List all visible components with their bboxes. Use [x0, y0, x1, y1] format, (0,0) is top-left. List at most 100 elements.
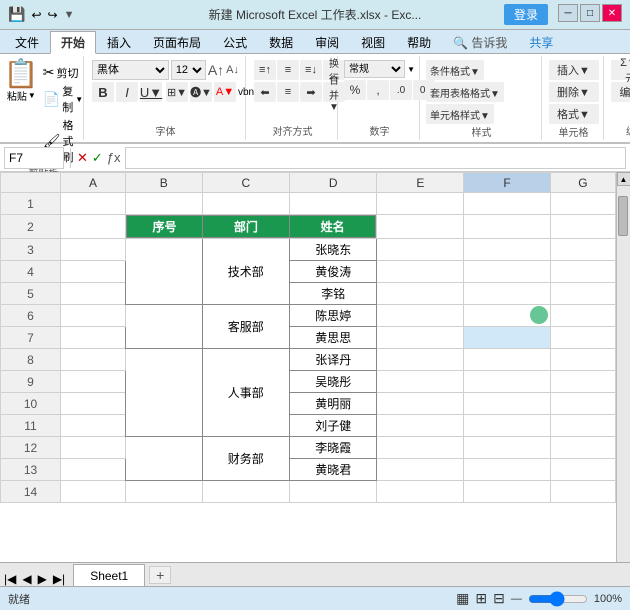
- number-format-dropdown[interactable]: ▼: [407, 65, 415, 74]
- tab-view[interactable]: 视图: [350, 31, 396, 53]
- col-header-g[interactable]: G: [550, 173, 615, 193]
- sheet-scroll-prev[interactable]: ◀: [22, 572, 31, 586]
- number-format-select[interactable]: 常规: [344, 60, 405, 78]
- tab-insert[interactable]: 插入: [96, 31, 142, 53]
- cell-b-caiwu[interactable]: [126, 437, 203, 481]
- cell-f13[interactable]: [464, 459, 551, 481]
- format-cells-button[interactable]: 格式▼: [549, 104, 599, 124]
- align-top-center-button[interactable]: ≡: [277, 60, 299, 80]
- increase-decimal-button[interactable]: .0: [390, 80, 412, 100]
- cell-a5[interactable]: [61, 283, 126, 305]
- cell-e11[interactable]: [377, 415, 464, 437]
- cell-d9[interactable]: 吴晓彤: [290, 371, 377, 393]
- cell-d13[interactable]: 黄晓君: [290, 459, 377, 481]
- cell-d5[interactable]: 李铭: [290, 283, 377, 305]
- close-button[interactable]: ✕: [602, 4, 622, 22]
- save-icon[interactable]: 💾: [8, 6, 25, 23]
- cell-b-jishubu[interactable]: [126, 239, 203, 305]
- header-bumen[interactable]: 部门: [202, 216, 289, 238]
- cell-a1[interactable]: [61, 193, 126, 215]
- header-xuhao[interactable]: 序号: [127, 216, 203, 238]
- col-header-e[interactable]: E: [377, 173, 464, 193]
- col-header-d[interactable]: D: [290, 173, 377, 193]
- autosum-button[interactable]: Σ▼ 单元格: [611, 60, 630, 80]
- cell-f2[interactable]: [464, 215, 551, 239]
- col-header-c[interactable]: C: [202, 173, 289, 193]
- delete-cells-button[interactable]: 删除▼: [549, 82, 599, 102]
- cell-a2[interactable]: [61, 215, 126, 239]
- col-header-f[interactable]: F: [464, 173, 551, 193]
- cell-e12[interactable]: [377, 437, 464, 459]
- cell-f8[interactable]: [464, 349, 551, 371]
- login-button[interactable]: 登录: [504, 4, 548, 25]
- cell-e13[interactable]: [377, 459, 464, 481]
- font-name-select[interactable]: 黑体: [92, 60, 169, 80]
- cell-a14[interactable]: [61, 481, 126, 503]
- cell-g7[interactable]: [550, 327, 615, 349]
- align-right-button[interactable]: ➡: [300, 82, 322, 102]
- cell-d7[interactable]: 黄思思: [290, 327, 377, 349]
- border-button[interactable]: ⊞▼: [166, 82, 188, 102]
- cell-b-renshi[interactable]: [126, 349, 203, 437]
- minimize-button[interactable]: ─: [558, 4, 578, 22]
- cell-e10[interactable]: [377, 393, 464, 415]
- cell-c-jishubu[interactable]: 技术部: [202, 239, 289, 305]
- tab-tell-me[interactable]: 🔍 告诉我: [442, 31, 518, 53]
- cell-d1[interactable]: [290, 193, 377, 215]
- cell-g10[interactable]: [550, 393, 615, 415]
- sheet-scroll-left[interactable]: |◀: [4, 572, 16, 586]
- align-top-left-button[interactable]: ≡↑: [254, 60, 276, 80]
- cell-a11[interactable]: [61, 415, 126, 437]
- cell-a7[interactable]: [61, 327, 126, 349]
- cell-a9[interactable]: [61, 371, 126, 393]
- tab-page-layout[interactable]: 页面布局: [142, 31, 212, 53]
- col-header-a[interactable]: A: [61, 173, 126, 193]
- cell-a4[interactable]: [61, 261, 126, 283]
- undo-icon[interactable]: ↩: [31, 8, 41, 22]
- cell-g12[interactable]: [550, 437, 615, 459]
- cell-a8[interactable]: [61, 349, 126, 371]
- cell-c14[interactable]: [202, 481, 289, 503]
- cell-g9[interactable]: [550, 371, 615, 393]
- cell-e8[interactable]: [377, 349, 464, 371]
- table-format-button[interactable]: 套用表格格式▼: [426, 82, 504, 102]
- cell-f9[interactable]: [464, 371, 551, 393]
- cell-a12[interactable]: [61, 437, 126, 459]
- cell-b-kefu[interactable]: [126, 305, 203, 349]
- cut-icon[interactable]: ✂: [43, 64, 55, 81]
- cell-d3[interactable]: 张晓东: [290, 239, 377, 261]
- cell-a3[interactable]: [61, 239, 126, 261]
- italic-button[interactable]: I: [116, 82, 138, 102]
- cell-g3[interactable]: [550, 239, 615, 261]
- cell-g14[interactable]: [550, 481, 615, 503]
- cell-d4[interactable]: 黄俊涛: [290, 261, 377, 283]
- cell-f1[interactable]: [464, 193, 551, 215]
- view-normal-icon[interactable]: ▦: [456, 590, 469, 607]
- cell-d6[interactable]: 陈思婷: [290, 305, 377, 327]
- col-header-b[interactable]: B: [126, 173, 203, 193]
- cell-f14[interactable]: [464, 481, 551, 503]
- maximize-button[interactable]: □: [580, 4, 600, 22]
- cell-g8[interactable]: [550, 349, 615, 371]
- cancel-formula-icon[interactable]: ✕: [77, 150, 88, 166]
- cell-c1[interactable]: [202, 193, 289, 215]
- cell-e7[interactable]: [377, 327, 464, 349]
- insert-function-icon[interactable]: ƒx: [107, 150, 121, 165]
- tab-formulas[interactable]: 公式: [212, 31, 258, 53]
- cell-b1[interactable]: [126, 193, 203, 215]
- cell-c-renshi[interactable]: 人事部: [202, 349, 289, 437]
- confirm-formula-icon[interactable]: ✓: [92, 150, 103, 166]
- header-xingming[interactable]: 姓名: [289, 216, 376, 238]
- scroll-track[interactable]: [617, 186, 630, 574]
- cell-d14[interactable]: [290, 481, 377, 503]
- scroll-up-button[interactable]: ▲: [617, 172, 630, 186]
- font-size-select[interactable]: 12: [171, 60, 206, 80]
- comma-button[interactable]: ,: [367, 80, 389, 100]
- cell-e4[interactable]: [377, 261, 464, 283]
- copy-icon[interactable]: 📄: [43, 91, 60, 108]
- cell-a10[interactable]: [61, 393, 126, 415]
- cell-g4[interactable]: [550, 261, 615, 283]
- cell-g5[interactable]: [550, 283, 615, 305]
- insert-cells-button[interactable]: 插入▼: [549, 60, 599, 80]
- tab-file[interactable]: 文件: [4, 31, 50, 53]
